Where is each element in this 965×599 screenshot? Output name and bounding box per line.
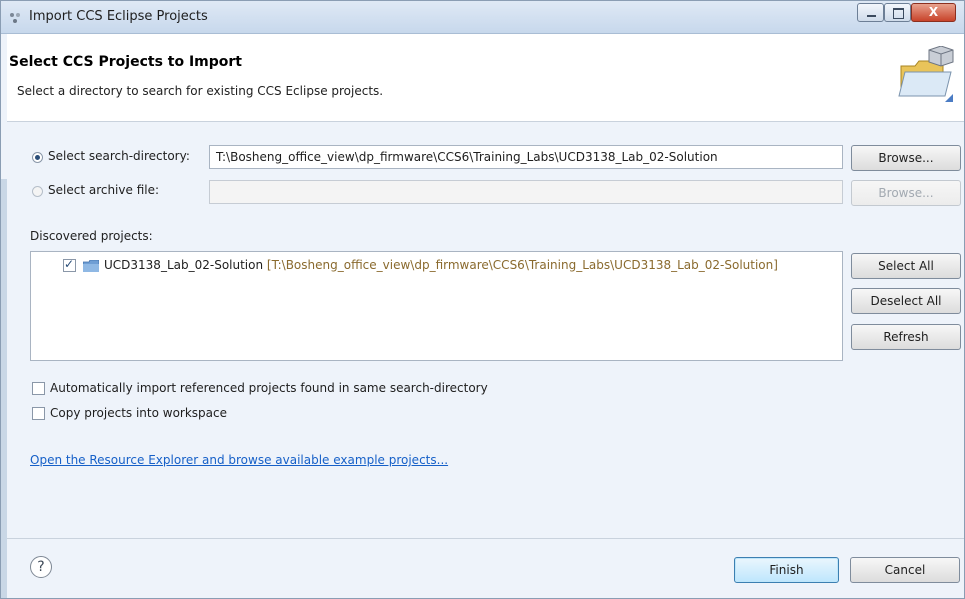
discovered-projects-label: Discovered projects:: [30, 229, 153, 243]
discovered-projects-list[interactable]: UCD3138_Lab_02-Solution [T:\Bosheng_offi…: [30, 251, 843, 361]
maximize-button[interactable]: [884, 3, 911, 22]
maximize-icon: [893, 8, 904, 19]
search-directory-input[interactable]: T:\Bosheng_office_view\dp_firmware\CCS6\…: [209, 145, 843, 169]
window-title: Import CCS Eclipse Projects: [29, 9, 208, 24]
finish-button[interactable]: Finish: [734, 557, 839, 583]
page-title: Select CCS Projects to Import: [9, 54, 242, 70]
wizard-folder-icon: [898, 46, 954, 102]
page-description: Select a directory to search for existin…: [17, 84, 384, 98]
cancel-button[interactable]: Cancel: [850, 557, 960, 583]
auto-import-checkbox[interactable]: [32, 382, 45, 395]
search-directory-label[interactable]: Select search-directory:: [48, 149, 190, 163]
project-path: [T:\Bosheng_office_view\dp_firmware\CCS6…: [266, 258, 778, 272]
minimize-button[interactable]: [857, 3, 884, 22]
minimize-icon: [867, 15, 876, 17]
project-checkbox[interactable]: [63, 257, 76, 272]
copy-projects-checkbox[interactable]: [32, 407, 45, 420]
refresh-button[interactable]: Refresh: [851, 324, 961, 350]
title-bar[interactable]: Import CCS Eclipse Projects X: [1, 1, 964, 34]
browse-archive-button: Browse...: [851, 180, 961, 206]
wizard-header: Select CCS Projects to Import Select a d…: [7, 34, 964, 122]
archive-file-input: [209, 180, 843, 204]
eclipse-app-icon: [10, 13, 20, 23]
archive-file-radio[interactable]: [32, 186, 43, 197]
close-button[interactable]: X: [911, 3, 956, 22]
select-all-button[interactable]: Select All: [851, 253, 961, 279]
archive-file-label[interactable]: Select archive file:: [48, 183, 159, 197]
deselect-all-button[interactable]: Deselect All: [851, 288, 961, 314]
browse-directory-button[interactable]: Browse...: [851, 145, 961, 171]
project-name: UCD3138_Lab_02-Solution: [104, 258, 264, 272]
close-icon: X: [928, 5, 939, 19]
project-folder-icon: [83, 260, 99, 272]
search-directory-radio[interactable]: [32, 152, 43, 163]
import-dialog: Import CCS Eclipse Projects X Select CCS…: [0, 0, 965, 599]
copy-projects-label[interactable]: Copy projects into workspace: [50, 406, 227, 420]
footer-divider: [7, 538, 964, 539]
window-left-edge: [1, 179, 7, 598]
help-icon[interactable]: ?: [30, 556, 52, 578]
resource-explorer-link[interactable]: Open the Resource Explorer and browse av…: [30, 453, 448, 467]
list-item[interactable]: UCD3138_Lab_02-Solution [T:\Bosheng_offi…: [63, 257, 833, 275]
auto-import-label[interactable]: Automatically import referenced projects…: [50, 381, 488, 395]
